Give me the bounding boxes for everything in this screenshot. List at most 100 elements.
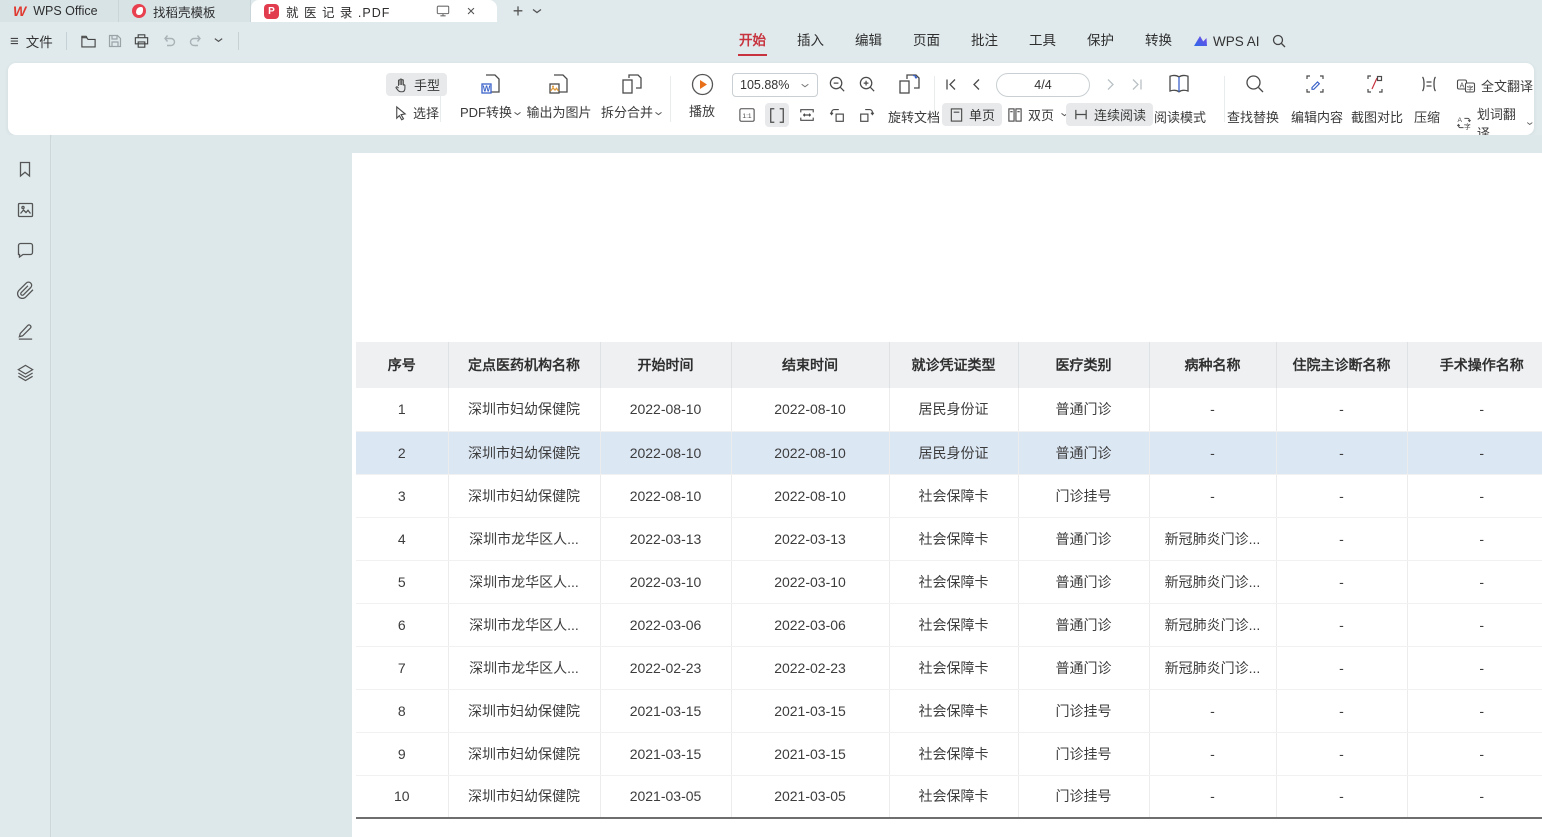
menu-convert[interactable]: 转换 — [1143, 22, 1174, 60]
zoom-in-button[interactable] — [858, 75, 877, 94]
tab-list-chevron-icon[interactable] — [531, 0, 549, 22]
menu-page[interactable]: 页面 — [911, 22, 942, 60]
tab-wps-office[interactable]: W WPS Office — [0, 0, 119, 22]
print-icon[interactable] — [133, 33, 150, 49]
table-row: 1深圳市妇幼保健院2022-08-102022-08-10居民身份证普通门诊--… — [356, 388, 1542, 431]
attachment-panel-icon[interactable] — [16, 281, 35, 300]
export-image-button[interactable]: 输出为图片 — [524, 72, 594, 121]
table-cell: 5 — [356, 560, 448, 603]
full-translate-button[interactable]: A字 全文翻译 — [1456, 76, 1533, 95]
table-cell: - — [1149, 431, 1276, 474]
table-cell: 10 — [356, 775, 448, 818]
menu-search-icon[interactable] — [1271, 33, 1287, 49]
double-page-icon — [1007, 107, 1023, 123]
single-page-button[interactable]: 单页 — [942, 103, 1002, 126]
table-row: 4深圳市龙华区人...2022-03-132022-03-13社会保障卡普通门诊… — [356, 517, 1542, 560]
table-cell: - — [1407, 689, 1542, 732]
table-cell: 2021-03-05 — [731, 775, 889, 818]
continuous-read-button[interactable]: 连续阅读 — [1066, 103, 1153, 126]
screenshot-compare-icon[interactable] — [1364, 73, 1386, 95]
find-replace-label: 查找替换 — [1227, 107, 1279, 126]
svg-text:A: A — [1458, 117, 1463, 124]
full-translate-label: 全文翻译 — [1481, 76, 1533, 95]
pdf-page: 序号 定点医药机构名称 开始时间 结束时间 就诊凭证类型 医疗类别 病种名称 住… — [352, 153, 1542, 837]
table-cell: 普通门诊 — [1018, 646, 1149, 689]
table-header-row: 序号 定点医药机构名称 开始时间 结束时间 就诊凭证类型 医疗类别 病种名称 住… — [356, 342, 1542, 388]
select-tool-button[interactable]: 选择 — [386, 101, 446, 124]
fit-page-button[interactable] — [795, 103, 819, 127]
actual-size-button[interactable]: 1:1 — [735, 103, 759, 127]
tab-docer-templates[interactable]: 找稻壳模板 — [119, 0, 251, 22]
table-cell: 4 — [356, 517, 448, 560]
wps-ai-button[interactable]: WPS AI — [1193, 22, 1260, 60]
menu-insert[interactable]: 插入 — [795, 22, 826, 60]
hand-tool-button[interactable]: 手型 — [386, 73, 447, 96]
table-cell: - — [1149, 474, 1276, 517]
bookmark-panel-icon[interactable] — [16, 160, 34, 179]
layers-panel-icon[interactable] — [16, 363, 35, 382]
prev-page-button[interactable] — [971, 78, 981, 91]
menu-tools[interactable]: 工具 — [1027, 22, 1058, 60]
table-cell: 新冠肺炎门诊... — [1149, 560, 1276, 603]
table-cell: - — [1407, 474, 1542, 517]
zoom-out-button[interactable] — [828, 75, 847, 94]
comment-panel-icon[interactable] — [16, 241, 35, 259]
table-cell: - — [1407, 388, 1542, 431]
column-header: 手术操作名称 — [1407, 342, 1542, 388]
table-cell: 门诊挂号 — [1018, 732, 1149, 775]
wps-office-window: W WPS Office 找稻壳模板 P 就 医 记 录 .PDF × + ≡ … — [0, 0, 1542, 837]
rotate-document-icon[interactable] — [896, 71, 923, 98]
table-row: 7深圳市龙华区人...2022-02-232022-02-23社会保障卡普通门诊… — [356, 646, 1542, 689]
tab-label: 就 医 记 录 .PDF — [286, 2, 428, 21]
workspace: 序号 定点医药机构名称 开始时间 结束时间 就诊凭证类型 医疗类别 病种名称 住… — [0, 135, 1542, 837]
double-page-button[interactable]: 双页 — [1000, 103, 1076, 126]
rotate-left-button[interactable] — [825, 103, 849, 127]
table-cell: 深圳市妇幼保健院 — [448, 689, 600, 732]
undo-icon[interactable] — [161, 33, 177, 49]
table-cell: - — [1407, 732, 1542, 775]
table-cell: - — [1276, 689, 1407, 732]
column-header: 住院主诊断名称 — [1276, 342, 1407, 388]
read-mode-icon[interactable] — [1166, 72, 1192, 96]
find-replace-icon[interactable] — [1244, 73, 1266, 95]
next-page-button[interactable] — [1106, 78, 1116, 91]
file-menu-button[interactable]: ≡ 文件 — [10, 22, 53, 60]
menu-edit[interactable]: 编辑 — [853, 22, 884, 60]
open-folder-icon[interactable] — [80, 33, 97, 49]
tab-document-pdf[interactable]: P 就 医 记 录 .PDF × — [251, 0, 497, 22]
divider — [66, 32, 67, 50]
page-number-input[interactable] — [996, 73, 1090, 97]
fit-width-button[interactable] — [765, 103, 789, 127]
table-cell: - — [1407, 603, 1542, 646]
enter-workspace-monitor-icon[interactable] — [435, 4, 451, 18]
close-tab-icon[interactable]: × — [458, 3, 484, 20]
redo-icon[interactable] — [188, 33, 204, 49]
file-menu-label: 文件 — [26, 31, 53, 51]
thumbnail-panel-icon[interactable] — [16, 201, 35, 219]
menu-comment[interactable]: 批注 — [969, 22, 1000, 60]
play-button[interactable]: 播放 — [680, 72, 724, 120]
new-tab-button[interactable]: + — [505, 0, 531, 22]
document-canvas[interactable]: 序号 定点医药机构名称 开始时间 结束时间 就诊凭证类型 医疗类别 病种名称 住… — [52, 135, 1542, 837]
table-cell: 普通门诊 — [1018, 388, 1149, 431]
table-cell: 9 — [356, 732, 448, 775]
split-merge-button[interactable]: 拆分合并 — [596, 72, 668, 121]
first-page-button[interactable] — [944, 78, 958, 91]
signature-panel-icon[interactable] — [16, 322, 35, 341]
table-cell: - — [1407, 560, 1542, 603]
rotate-right-button[interactable] — [855, 103, 879, 127]
table-cell: 2022-03-06 — [731, 603, 889, 646]
quick-access-chevron-icon[interactable] — [213, 36, 224, 44]
menu-home[interactable]: 开始 — [737, 22, 768, 60]
table-row: 2深圳市妇幼保健院2022-08-102022-08-10居民身份证普通门诊--… — [356, 431, 1542, 474]
compress-icon[interactable] — [1418, 73, 1440, 95]
table-cell: 深圳市龙华区人... — [448, 646, 600, 689]
table-cell: - — [1407, 646, 1542, 689]
edit-content-icon[interactable] — [1304, 73, 1326, 95]
table-cell: 社会保障卡 — [889, 732, 1018, 775]
save-icon[interactable] — [107, 33, 123, 49]
zoom-level-control[interactable]: 105.88% — [732, 73, 818, 97]
last-page-button[interactable] — [1130, 78, 1144, 91]
menu-protect[interactable]: 保护 — [1085, 22, 1116, 60]
pdf-convert-button[interactable]: W PDF转换 — [454, 72, 528, 121]
